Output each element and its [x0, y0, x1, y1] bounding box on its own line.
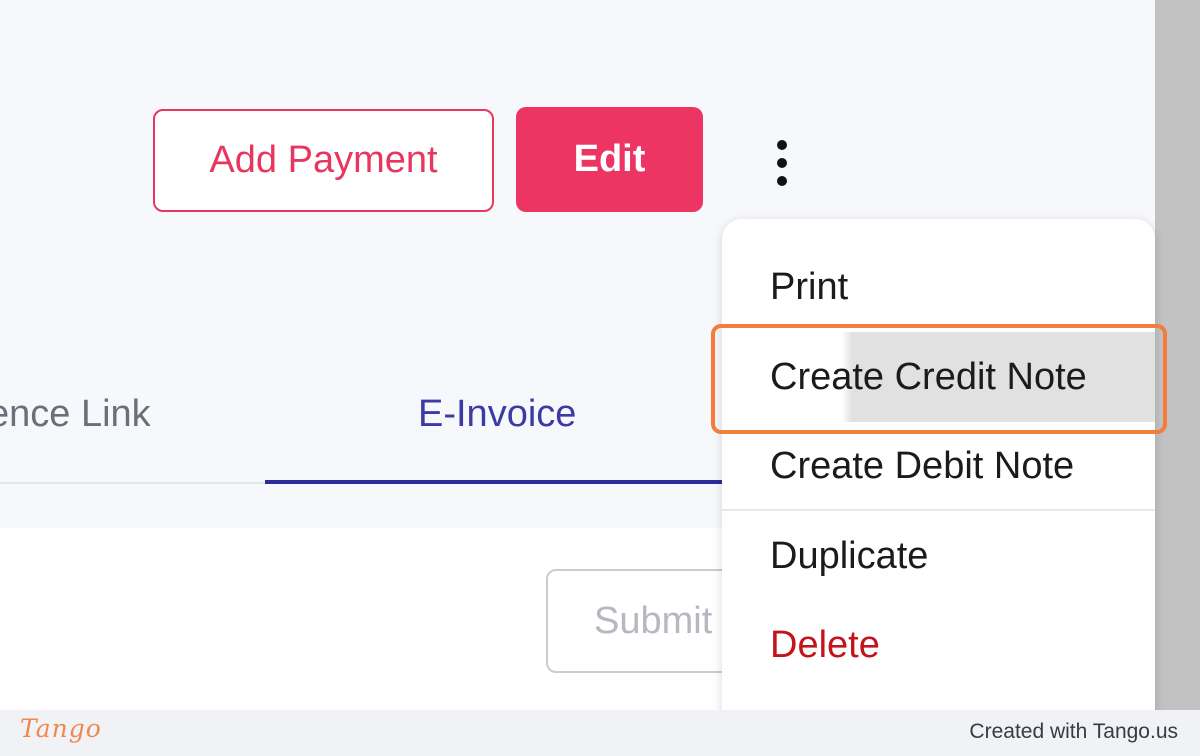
more-options-icon[interactable] — [762, 136, 802, 190]
kebab-dot — [777, 176, 787, 186]
kebab-dot — [777, 140, 787, 150]
add-payment-button[interactable]: Add Payment — [153, 109, 494, 212]
scrollbar[interactable] — [1155, 0, 1200, 710]
edit-button[interactable]: Edit — [516, 107, 703, 212]
more-options-menu: Print Create Credit Note Create Debit No… — [722, 219, 1155, 710]
tab-reference-link[interactable]: ence Link — [0, 393, 151, 436]
menu-item-create-debit-note[interactable]: Create Debit Note — [722, 421, 1155, 511]
active-tab-indicator — [265, 480, 735, 484]
menu-item-delete[interactable]: Delete — [722, 600, 1155, 690]
footer-credit: Created with Tango.us — [969, 720, 1178, 743]
menu-item-create-credit-note[interactable]: Create Credit Note — [722, 332, 1155, 422]
app-frame: Add Payment Edit ence Link E-Invoice Sub… — [0, 0, 1200, 710]
tango-logo: Tango — [20, 714, 102, 743]
menu-item-print[interactable]: Print — [722, 242, 1155, 332]
kebab-dot — [777, 158, 787, 168]
menu-item-duplicate[interactable]: Duplicate — [722, 511, 1155, 601]
tab-e-invoice[interactable]: E-Invoice — [418, 393, 576, 436]
footer-bar: Tango Created with Tango.us — [0, 710, 1200, 756]
